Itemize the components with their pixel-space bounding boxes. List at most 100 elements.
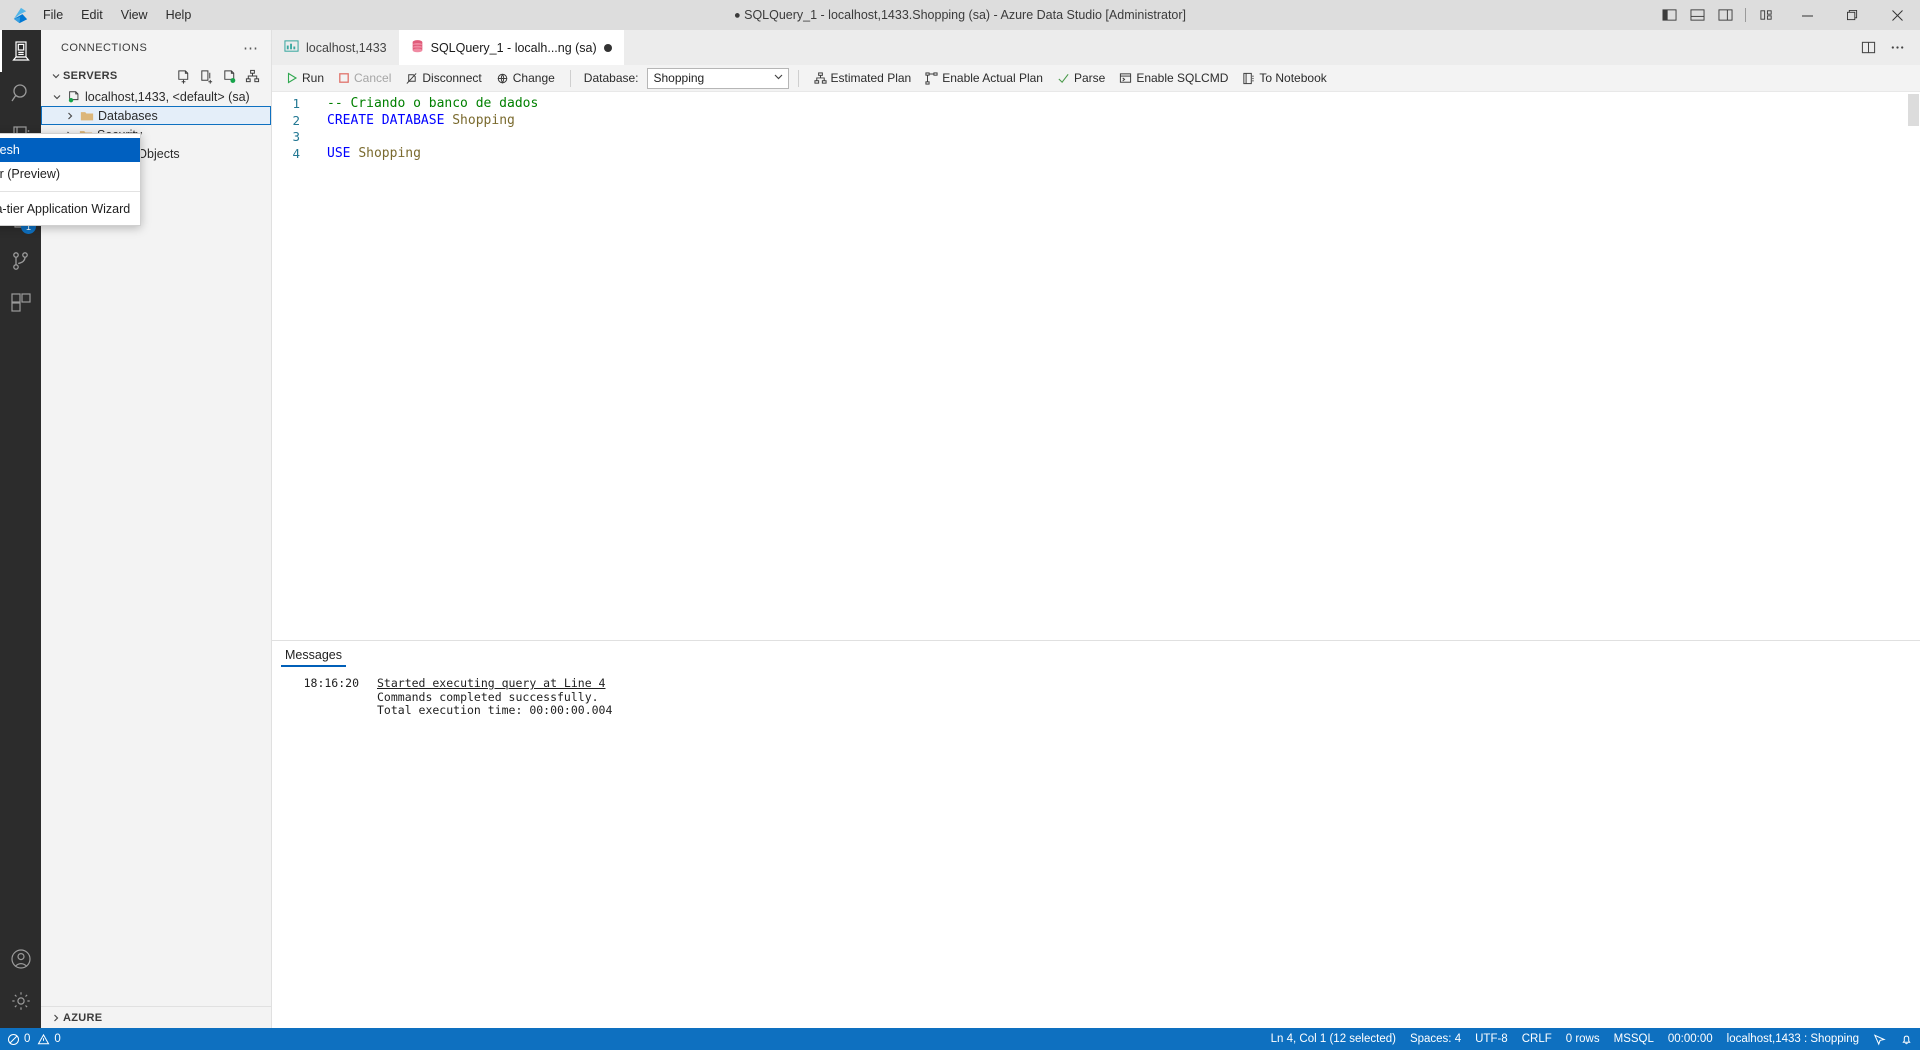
- code-text: CREATE DATABASE Shopping: [318, 113, 515, 130]
- message-text: Total execution time: 00:00:00.004: [377, 703, 613, 717]
- twisty-collapsed-icon[interactable]: [62, 111, 78, 121]
- menu-view[interactable]: View: [112, 0, 157, 30]
- status-encoding[interactable]: UTF-8: [1468, 1028, 1515, 1050]
- context-menu-item-filter[interactable]: Filter (Preview): [0, 162, 140, 186]
- new-connection-icon[interactable]: [175, 68, 191, 84]
- editor-tab-actions: [1855, 30, 1920, 65]
- code-text: USE Shopping: [318, 146, 421, 163]
- tab-dirty-indicator[interactable]: [603, 43, 612, 52]
- disconnect-button[interactable]: Disconnect: [399, 67, 487, 89]
- editor-scrollbar[interactable]: [1906, 92, 1920, 640]
- cancel-button[interactable]: Cancel: [332, 67, 397, 89]
- results-tabs[interactable]: Messages: [272, 641, 1920, 669]
- split-editor-icon[interactable]: [1855, 35, 1881, 61]
- context-menu[interactable]: Refresh Filter (Preview) Data-tier Appli…: [0, 133, 142, 226]
- customize-layout-icon[interactable]: [1753, 2, 1779, 28]
- activity-item-accounts[interactable]: [0, 938, 41, 980]
- context-menu-item-refresh[interactable]: Refresh: [0, 138, 141, 162]
- new-connection-group-icon[interactable]: [198, 68, 214, 84]
- line-number: 2: [292, 112, 300, 128]
- status-error-count: 0: [24, 1033, 31, 1045]
- tab-messages[interactable]: Messages: [281, 641, 346, 669]
- section-header-azure[interactable]: AZURE: [41, 1006, 271, 1028]
- status-row-count[interactable]: 0 rows: [1559, 1028, 1607, 1050]
- twisty-expanded-icon[interactable]: [49, 92, 65, 102]
- activity-item-extensions[interactable]: [0, 282, 41, 324]
- tree-item-databases[interactable]: Databases: [41, 106, 271, 125]
- status-connection[interactable]: localhost,1433 : Shopping: [1720, 1028, 1866, 1050]
- status-bell-icon[interactable]: [1893, 1028, 1920, 1050]
- menu-file[interactable]: File: [34, 0, 72, 30]
- status-language-mode[interactable]: MSSQL: [1607, 1028, 1661, 1050]
- server-groups-icon[interactable]: [244, 68, 260, 84]
- title-bar: File Edit View Help ● SQLQuery_1 - local…: [0, 0, 1920, 30]
- status-feedback-icon[interactable]: [1866, 1028, 1893, 1050]
- run-button[interactable]: Run: [280, 67, 330, 89]
- messages-list: 18:16:20 Started executing query at Line…: [272, 669, 1920, 1028]
- toggle-panel-icon[interactable]: [1684, 2, 1710, 28]
- database-select[interactable]: Shopping: [646, 67, 789, 89]
- azure-data-studio-logo-icon: [0, 6, 34, 25]
- status-eol[interactable]: CRLF: [1515, 1028, 1559, 1050]
- enable-sqlcmd-button[interactable]: Enable SQLCMD: [1113, 67, 1234, 89]
- status-cursor-position[interactable]: Ln 4, Col 1 (12 selected): [1264, 1028, 1403, 1050]
- query-toolbar[interactable]: Run Cancel Disconnect Change Database: S…: [272, 65, 1920, 92]
- results-panel: Messages 18:16:20 Started executing quer…: [272, 640, 1920, 1028]
- estimated-plan-button[interactable]: Estimated Plan: [808, 67, 918, 89]
- status-warning-count: 0: [54, 1033, 61, 1045]
- activity-item-search[interactable]: [0, 72, 41, 114]
- code-token-identifier: Shopping: [452, 112, 515, 128]
- menu-edit[interactable]: Edit: [72, 0, 112, 30]
- window-title: ● SQLQuery_1 - localhost,1433.Shopping (…: [0, 8, 1920, 22]
- change-connection-button[interactable]: Change: [490, 67, 561, 89]
- tab-localhost-dashboard[interactable]: localhost,1433: [272, 30, 399, 65]
- database-selected-value: Shopping: [653, 71, 705, 85]
- cancel-label: Cancel: [354, 71, 392, 85]
- toolbar-separator: [797, 69, 799, 87]
- status-indentation[interactable]: Spaces: 4: [1403, 1028, 1468, 1050]
- parse-button[interactable]: Parse: [1051, 67, 1111, 89]
- enable-actual-plan-button[interactable]: Enable Actual Plan: [919, 67, 1049, 89]
- activity-item-servers[interactable]: [0, 30, 41, 72]
- section-label-servers: SERVERS: [63, 70, 118, 82]
- message-time: [272, 691, 377, 705]
- new-server-icon[interactable]: [221, 68, 237, 84]
- window-controls[interactable]: [1785, 0, 1920, 30]
- code-content[interactable]: 1 -- Criando o banco de dados 2 CREATE D…: [272, 92, 1920, 162]
- menu-bar[interactable]: File Edit View Help: [34, 0, 200, 30]
- disconnect-label: Disconnect: [422, 71, 482, 85]
- sidebar-title-text: CONNECTIONS: [61, 41, 148, 54]
- minimize-button[interactable]: [1785, 0, 1830, 30]
- sql-editor[interactable]: 1 -- Criando o banco de dados 2 CREATE D…: [272, 92, 1920, 640]
- toolbar-separator: [569, 69, 571, 87]
- tree-item-label: Databases: [98, 108, 158, 123]
- status-execution-time[interactable]: 00:00:00: [1661, 1028, 1720, 1050]
- sidebar-more-actions-icon[interactable]: ⋯: [243, 39, 263, 57]
- menu-help[interactable]: Help: [157, 0, 201, 30]
- context-menu-item-data-tier-application-wizard[interactable]: Data-tier Application Wizard: [0, 197, 140, 221]
- status-problems[interactable]: 0 0: [0, 1028, 68, 1050]
- activity-item-branches[interactable]: [0, 240, 41, 282]
- message-text[interactable]: Started executing query at Line 4: [377, 676, 605, 691]
- tree-item-server[interactable]: localhost,1433, <default> (sa): [41, 87, 271, 106]
- toggle-secondary-sidebar-icon[interactable]: [1712, 2, 1738, 28]
- code-line: 4 USE Shopping: [272, 146, 1920, 163]
- toggle-primary-sidebar-icon[interactable]: [1656, 2, 1682, 28]
- to-notebook-label: To Notebook: [1259, 71, 1327, 85]
- chevron-down-icon: [773, 71, 784, 85]
- message-row: Total execution time: 00:00:00.004: [272, 703, 1920, 718]
- editor-more-actions-icon[interactable]: [1884, 35, 1910, 61]
- code-token-keyword: CREATE DATABASE: [327, 112, 453, 128]
- section-actions: [175, 68, 267, 84]
- maximize-button[interactable]: [1830, 0, 1875, 30]
- editor-tabs[interactable]: localhost,1433 SQLQuery_1 - localh...ng …: [272, 30, 1920, 65]
- section-label-azure: AZURE: [63, 1011, 103, 1024]
- to-notebook-button[interactable]: To Notebook: [1236, 67, 1332, 89]
- close-button[interactable]: [1875, 0, 1920, 30]
- tab-sqlquery-1[interactable]: SQLQuery_1 - localh...ng (sa): [398, 30, 624, 65]
- chevron-down-icon: [49, 71, 63, 81]
- layout-controls[interactable]: [1656, 2, 1785, 28]
- editor-scrollbar-thumb[interactable]: [1908, 94, 1919, 126]
- activity-item-manage-gear-icon[interactable]: [0, 980, 41, 1022]
- section-header-servers[interactable]: SERVERS: [41, 65, 271, 87]
